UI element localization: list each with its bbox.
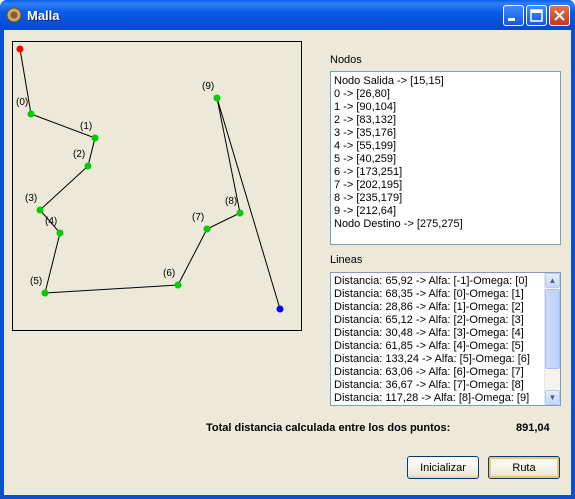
- path-segment: [44, 232, 61, 294]
- graph-node: [203, 225, 211, 233]
- nodos-list-item[interactable]: 8 -> [235,179]: [331, 192, 560, 205]
- lineas-list-item[interactable]: Distancia: 36,67 -> Alfa: [7]-Omega: [8]: [331, 379, 560, 392]
- nodos-label: Nodos: [330, 54, 362, 66]
- lineas-list-item[interactable]: Distancia: 28,86 -> Alfa: [1]-Omega: [2]: [331, 301, 560, 314]
- lineas-list-item[interactable]: Distancia: 133,24 -> Alfa: [5]-Omega: [6…: [331, 353, 560, 366]
- graph-node: [174, 281, 182, 289]
- path-segment: [206, 212, 241, 230]
- end-node: [276, 305, 284, 313]
- nodos-list-item[interactable]: Nodo Salida -> [15,15]: [331, 75, 560, 88]
- lineas-listbox[interactable]: Distancia: 65,92 -> Alfa: [-1]-Omega: [0…: [330, 272, 561, 406]
- route-button[interactable]: Ruta: [488, 456, 560, 479]
- maximize-button[interactable]: [526, 5, 547, 26]
- nodos-list-item[interactable]: 0 -> [26,80]: [331, 88, 560, 101]
- lineas-scrollbar[interactable]: ▲ ▼: [544, 273, 560, 405]
- graph-svg: (0) (1) (2) (3) (4) (5) (6) (7) (8) (9): [16, 45, 284, 313]
- total-distance-label: Total distancia calculada entre los dos …: [206, 422, 451, 434]
- nodos-list-item[interactable]: 9 -> [212,64]: [331, 205, 560, 218]
- graph-node: [84, 162, 92, 170]
- node-label: (4): [45, 216, 57, 227]
- initialize-button[interactable]: Inicializar: [407, 456, 479, 479]
- title-bar[interactable]: Malla: [0, 0, 575, 30]
- minimize-icon: [508, 18, 515, 21]
- window-client-area: (0) (1) (2) (3) (4) (5) (6) (7) (8) (9) Nodos Nod…: [4, 30, 571, 495]
- nodos-list-item[interactable]: 5 -> [40,259]: [331, 153, 560, 166]
- scrollbar-thumb[interactable]: [545, 289, 560, 369]
- node-label: (9): [202, 81, 214, 92]
- scroll-down-arrow-icon[interactable]: ▼: [545, 390, 560, 405]
- maximize-icon: [530, 9, 543, 22]
- nodos-list-item[interactable]: 6 -> [173,251]: [331, 166, 560, 179]
- graph-node: [91, 134, 99, 142]
- app-window: Malla (0) (1) (2) (3) (4) (5) (6) (7) (8) (9) Nod…: [0, 0, 575, 499]
- node-label: (7): [192, 212, 204, 223]
- minimize-button[interactable]: [503, 5, 524, 26]
- lineas-list-item[interactable]: Distancia: 30,48 -> Alfa: [3]-Omega: [4]: [331, 327, 560, 340]
- node-label: (8): [225, 196, 237, 207]
- node-label: (6): [163, 268, 175, 279]
- graph-node: [27, 110, 35, 118]
- nodos-list-item[interactable]: 4 -> [55,199]: [331, 140, 560, 153]
- lineas-list-item[interactable]: Distancia: 63,06 -> Alfa: [6]-Omega: [7]: [331, 366, 560, 379]
- path-segment: [44, 284, 179, 294]
- nodos-listbox[interactable]: Nodo Salida -> [15,15] 0 -> [26,80] 1 -> […: [330, 71, 561, 245]
- node-label: (5): [30, 276, 42, 287]
- lineas-list-item[interactable]: Distancia: 117,28 -> Alfa: [8]-Omega: [9…: [331, 392, 560, 405]
- close-icon: [554, 10, 565, 21]
- graph-node: [36, 206, 44, 214]
- window-title: Malla: [27, 8, 60, 23]
- node-label: (3): [25, 193, 37, 204]
- total-distance-value: 891,04: [516, 422, 550, 434]
- start-node: [16, 45, 24, 53]
- path-segment: [87, 137, 96, 167]
- path-segment: [177, 228, 208, 286]
- lineas-label: Lineas: [330, 254, 363, 266]
- nodos-list-item[interactable]: 2 -> [83,132]: [331, 114, 560, 127]
- lineas-list-item[interactable]: Distancia: 61,85 -> Alfa: [4]-Omega: [5]: [331, 340, 560, 353]
- app-icon[interactable]: [6, 7, 22, 23]
- graph-node: [56, 229, 64, 237]
- scroll-up-arrow-icon[interactable]: ▲: [545, 273, 560, 288]
- graph-node: [213, 94, 221, 102]
- lineas-list-item[interactable]: Distancia: 65,92 -> Alfa: [-1]-Omega: [0…: [331, 275, 560, 288]
- graph-node: [41, 289, 49, 297]
- close-button[interactable]: [549, 5, 570, 26]
- path-segment: [39, 165, 89, 211]
- node-label: (2): [73, 149, 85, 160]
- node-label: (0): [16, 97, 28, 108]
- lineas-list-item[interactable]: Distancia: 68,35 -> Alfa: [0]-Omega: [1]: [331, 288, 560, 301]
- graph-node: [236, 209, 244, 217]
- node-label: (1): [80, 121, 92, 132]
- nodos-list-item[interactable]: 7 -> [202,195]: [331, 179, 560, 192]
- nodos-list-item[interactable]: Nodo Destino -> [275,275]: [331, 218, 560, 231]
- nodos-list-item[interactable]: 1 -> [90,104]: [331, 101, 560, 114]
- lineas-list-item[interactable]: Distancia: 65,12 -> Alfa: [2]-Omega: [3]: [331, 314, 560, 327]
- graph-canvas[interactable]: (0) (1) (2) (3) (4) (5) (6) (7) (8) (9): [12, 41, 302, 331]
- nodos-list-item[interactable]: 3 -> [35,176]: [331, 127, 560, 140]
